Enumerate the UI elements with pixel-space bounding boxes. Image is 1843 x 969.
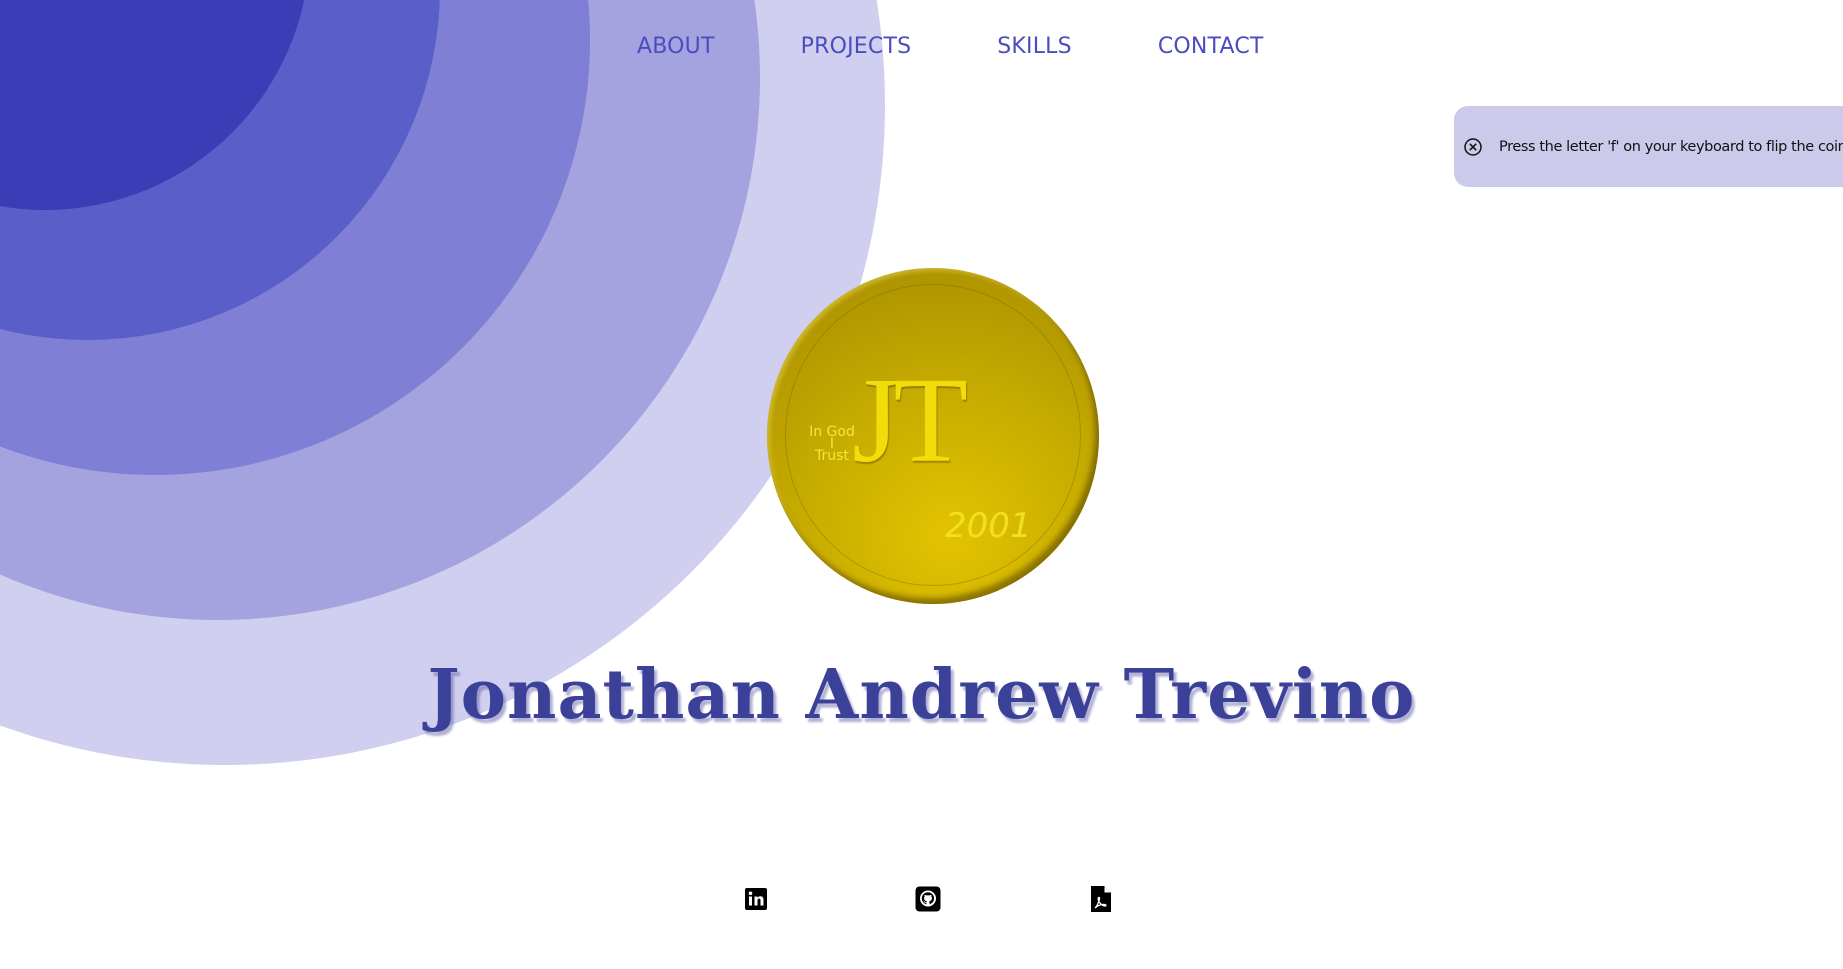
coin-motto: In God I Trust xyxy=(807,425,857,464)
hero-name: Jonathan Andrew Trevino xyxy=(427,655,1416,735)
flip-hint-toast: Press the letter 'f' on your keyboard to… xyxy=(1454,106,1843,187)
close-circle-icon[interactable] xyxy=(1463,137,1483,157)
nav-skills-link[interactable]: SKILLS xyxy=(997,34,1072,59)
linkedin-icon[interactable] xyxy=(742,885,770,913)
pdf-file-icon[interactable] xyxy=(1087,885,1115,913)
page: ABOUT PROJECTS SKILLS CONTACT Press the … xyxy=(0,0,1843,969)
toast-message: Press the letter 'f' on your keyboard to… xyxy=(1499,138,1843,155)
coin-year: 2001 xyxy=(945,506,1032,546)
nav-about-link[interactable]: ABOUT xyxy=(637,34,715,59)
coin-monogram: JT xyxy=(852,353,968,488)
coin-motto-line3: Trust xyxy=(815,448,849,464)
top-nav: ABOUT PROJECTS SKILLS CONTACT xyxy=(637,34,1264,59)
flip-coin[interactable]: In God I Trust JT 2001 xyxy=(767,268,1099,604)
github-icon[interactable] xyxy=(914,885,942,913)
nav-projects-link[interactable]: PROJECTS xyxy=(801,34,912,59)
nav-contact-link[interactable]: CONTACT xyxy=(1158,34,1264,59)
